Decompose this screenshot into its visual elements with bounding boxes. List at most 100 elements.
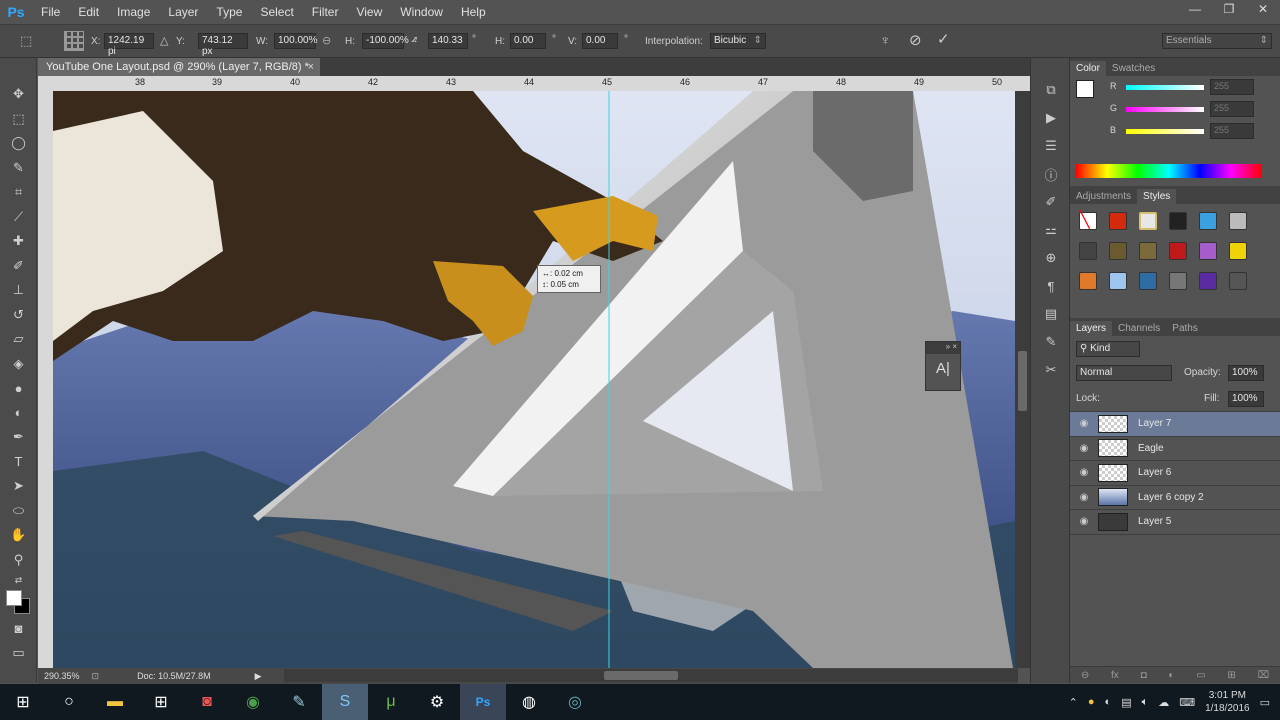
g-slider[interactable] xyxy=(1126,107,1204,112)
network-icon[interactable]: ▤ xyxy=(1121,696,1131,709)
style-swatch[interactable] xyxy=(1229,242,1247,260)
style-swatch[interactable] xyxy=(1079,272,1097,290)
app-icon[interactable]: ◎ xyxy=(552,684,598,720)
tab-swatches[interactable]: Swatches xyxy=(1106,61,1161,76)
hskew-field[interactable]: 0.00 xyxy=(510,33,546,49)
marquee-tool-icon[interactable]: ⬚ xyxy=(0,107,37,132)
sketch-app-icon[interactable]: ✎ xyxy=(276,684,322,720)
lasso-tool-icon[interactable]: ◯ xyxy=(0,131,37,156)
windows-start-icon[interactable]: ⊞ xyxy=(0,684,46,720)
menu-help[interactable]: Help xyxy=(452,5,495,19)
swap-colors-icon[interactable]: ⇄ xyxy=(0,572,37,588)
tab-paths[interactable]: Paths xyxy=(1166,321,1204,336)
style-swatch[interactable] xyxy=(1139,242,1157,260)
foreground-color-chip[interactable] xyxy=(1076,80,1094,98)
menu-layer[interactable]: Layer xyxy=(159,5,207,19)
layer-row-layer-6[interactable]: ◉ Layer 6 xyxy=(1070,461,1280,486)
layer-row-layer-7[interactable]: ◉ Layer 7 xyxy=(1070,412,1280,437)
layer-comps-icon[interactable]: ▤ xyxy=(1031,300,1071,328)
style-none[interactable]: ╲ xyxy=(1079,212,1097,230)
minimize-button[interactable]: — xyxy=(1178,0,1212,18)
y-field[interactable]: 743.12 px xyxy=(198,33,248,57)
horizontal-ruler[interactable]: 38 39 40 42 43 44 45 46 47 48 49 50 xyxy=(38,76,1030,91)
reference-point-icon[interactable] xyxy=(64,31,84,51)
menu-type[interactable]: Type xyxy=(207,5,251,19)
link-layers-icon[interactable]: ⊖ xyxy=(1081,670,1089,681)
style-swatch[interactable] xyxy=(1169,272,1187,290)
workspace-select[interactable]: Essentials ⇕ xyxy=(1162,33,1272,49)
brush-presets-icon[interactable]: ⚍ xyxy=(1031,216,1071,244)
opacity-field[interactable]: 100% xyxy=(1228,365,1264,381)
fill-field[interactable]: 100% xyxy=(1228,391,1264,407)
vertical-ruler[interactable] xyxy=(38,91,53,668)
obs-icon[interactable]: ◍ xyxy=(506,684,552,720)
quick-mask-icon[interactable]: ◙ xyxy=(0,616,37,641)
utorrent-icon[interactable]: μ xyxy=(368,684,414,720)
clock[interactable]: 3:01 PM 1/18/2016 xyxy=(1205,689,1250,715)
hand-tool-icon[interactable]: ✋ xyxy=(0,523,37,548)
clone-stamp-tool-icon[interactable]: ⊥ xyxy=(0,278,37,303)
trash-icon[interactable]: ⌧ xyxy=(1258,670,1270,681)
language-icon[interactable]: ⌨ xyxy=(1179,696,1195,709)
layer-row-eagle[interactable]: ◉ Eagle xyxy=(1070,437,1280,461)
skype-icon[interactable]: S xyxy=(322,684,368,720)
menu-file[interactable]: File xyxy=(32,5,69,19)
crop-tool-icon[interactable]: ⌗ xyxy=(0,180,37,205)
g-field[interactable]: 255 xyxy=(1210,101,1254,117)
layer-filter-select[interactable]: ⚲ Kind xyxy=(1076,341,1140,357)
r-field[interactable]: 255 xyxy=(1210,79,1254,95)
menu-filter[interactable]: Filter xyxy=(303,5,348,19)
h-field[interactable]: -100.00% xyxy=(362,33,409,49)
properties-panel-icon[interactable]: ☰ xyxy=(1031,132,1071,160)
vertical-scrollbar[interactable] xyxy=(1015,91,1030,668)
menu-view[interactable]: View xyxy=(347,5,391,19)
style-swatch[interactable] xyxy=(1199,272,1217,290)
path-select-tool-icon[interactable]: ➤ xyxy=(0,474,37,499)
menu-window[interactable]: Window xyxy=(391,5,452,19)
layer-row-layer-6-copy-2[interactable]: ◉ Layer 6 copy 2 xyxy=(1070,486,1280,510)
tab-adjustments[interactable]: Adjustments xyxy=(1070,189,1137,204)
dodge-tool-icon[interactable]: ◐ xyxy=(0,401,37,426)
onedrive-icon[interactable]: ☁ xyxy=(1158,696,1169,709)
blend-mode-select[interactable]: Normal xyxy=(1076,365,1172,381)
export-icon[interactable]: ⊡ xyxy=(92,671,100,682)
style-swatch[interactable] xyxy=(1199,212,1217,230)
character-panel-icon[interactable]: A| xyxy=(926,354,960,377)
popcorn-app-icon[interactable]: ◙ xyxy=(184,684,230,720)
menu-image[interactable]: Image xyxy=(108,5,159,19)
chrome-icon[interactable]: ◉ xyxy=(230,684,276,720)
info-panel-icon[interactable]: ⓘ xyxy=(1031,160,1071,188)
eye-icon[interactable]: ◉ xyxy=(1070,492,1098,503)
tools-preset-icon[interactable]: ✂ xyxy=(1031,356,1071,384)
layer-row-layer-5[interactable]: ◉ Layer 5 xyxy=(1070,510,1280,535)
tray-app-icon[interactable]: ● xyxy=(1088,696,1095,708)
vertical-scroll-thumb[interactable] xyxy=(1018,351,1027,411)
pen-tool-icon[interactable]: ✒ xyxy=(0,425,37,450)
horizontal-scrollbar[interactable] xyxy=(284,669,1018,682)
brush-tool-icon[interactable]: ✐ xyxy=(0,254,37,279)
zoom-tool-icon[interactable]: ⚲ xyxy=(0,548,37,573)
style-swatch[interactable] xyxy=(1109,242,1127,260)
style-swatch[interactable] xyxy=(1139,212,1157,230)
menu-select[interactable]: Select xyxy=(251,5,302,19)
brush-panel-icon[interactable]: ✐ xyxy=(1031,188,1071,216)
store-icon[interactable]: ⊞ xyxy=(138,684,184,720)
ellipse-tool-icon[interactable]: ⬭ xyxy=(0,499,37,524)
style-swatch[interactable] xyxy=(1079,242,1097,260)
healing-brush-tool-icon[interactable]: ✚ xyxy=(0,229,37,254)
tab-channels[interactable]: Channels xyxy=(1112,321,1166,336)
quick-select-tool-icon[interactable]: ✎ xyxy=(0,156,37,181)
mini-panel-close-icon[interactable]: » × xyxy=(926,342,960,354)
color-swatches[interactable] xyxy=(0,588,37,616)
style-swatch[interactable] xyxy=(1229,212,1247,230)
paragraph-panel-icon[interactable]: ¶ xyxy=(1031,272,1071,300)
eye-icon[interactable]: ◉ xyxy=(1070,467,1098,478)
screen-mode-icon[interactable]: ▭ xyxy=(0,641,37,666)
steam-icon[interactable]: ⚙ xyxy=(414,684,460,720)
w-field[interactable]: 100.00% xyxy=(274,33,317,49)
delta-icon[interactable]: △ xyxy=(160,34,168,47)
chevron-up-icon[interactable]: ⌃ xyxy=(1069,696,1078,709)
eye-icon[interactable]: ◉ xyxy=(1070,443,1098,454)
blur-tool-icon[interactable]: ● xyxy=(0,376,37,401)
menu-edit[interactable]: Edit xyxy=(69,5,108,19)
